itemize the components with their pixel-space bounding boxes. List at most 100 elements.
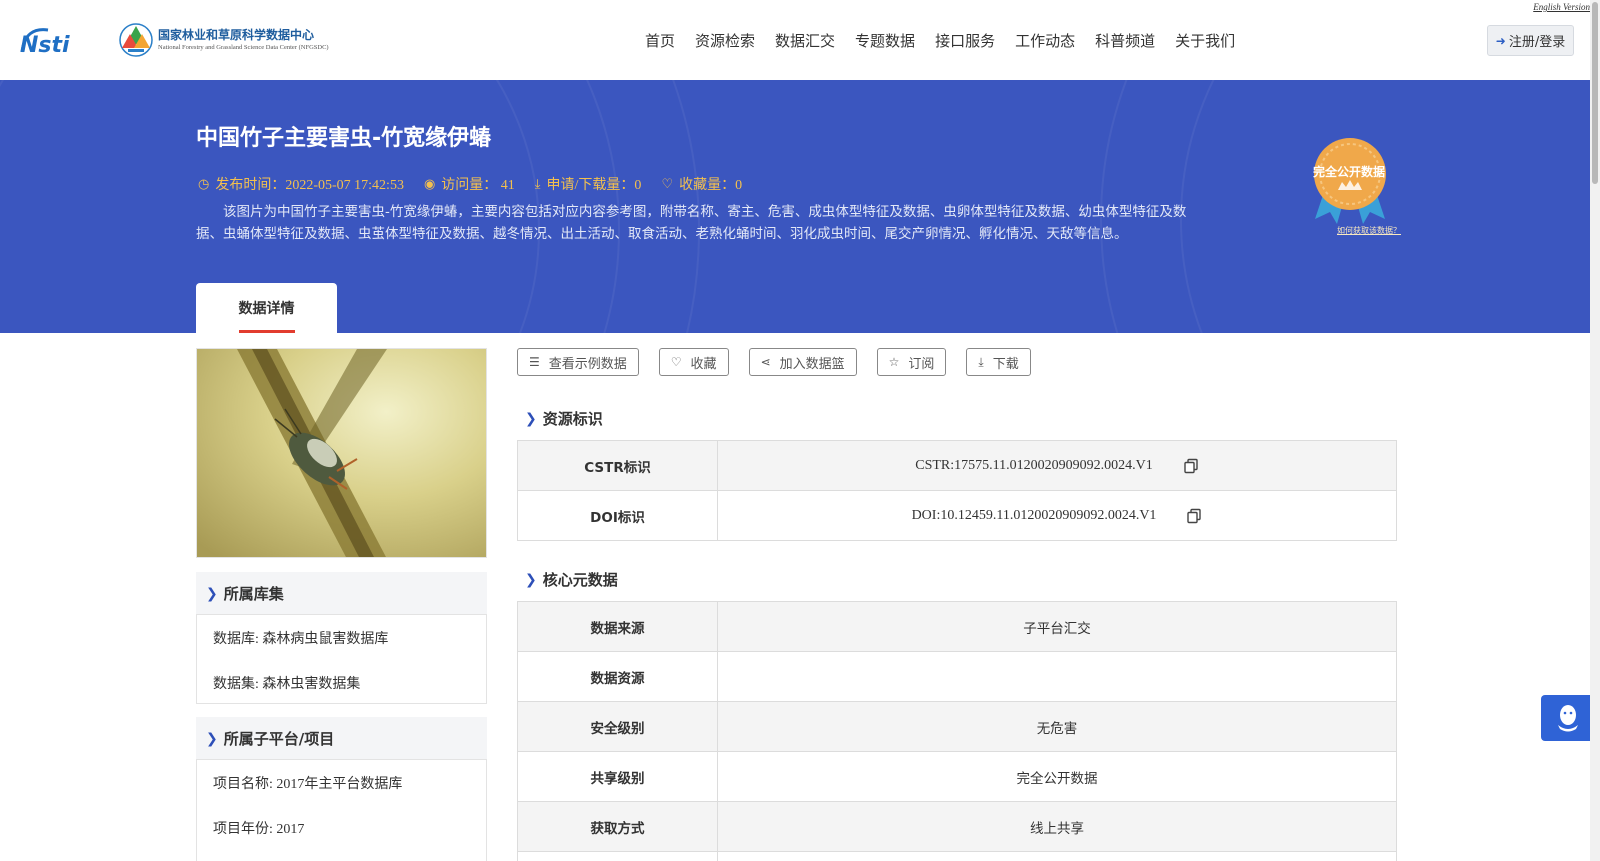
- security-level-label: 安全级别: [518, 702, 718, 751]
- dataset-description: 该图片为中国竹子主要害虫-竹宽缘伊蝽，主要内容包括对应内容参考图，附带名称、寄主…: [196, 204, 1187, 242]
- site-header: Nsti 国家林业和草原科学数据中心 National Forestry and…: [0, 0, 1600, 80]
- cstr-value-cell: CSTR:17575.11.0120020909092.0024.V1: [718, 441, 1396, 490]
- publish-time-text: 发布时间：2022-05-07 17:42:53: [215, 178, 404, 193]
- insect-image: [197, 349, 486, 557]
- logo-english-name: National Forestry and Grassland Science …: [158, 44, 329, 51]
- resource-id-table: CSTR标识 CSTR:17575.11.0120020909092.0024.…: [517, 440, 1397, 541]
- project-year: 项目年份: 2017: [213, 822, 305, 837]
- view-count-text: 访问量： 41: [441, 178, 515, 193]
- data-source-value: 子平台汇交: [1023, 620, 1091, 637]
- heart-icon: ♡: [661, 176, 674, 192]
- table-row: [518, 852, 1396, 861]
- download-label: 下载: [992, 356, 1019, 372]
- nav-thematic-data[interactable]: 专题数据: [855, 30, 915, 51]
- dataset-thumbnail[interactable]: [196, 348, 487, 558]
- nfgsdc-emblem-icon: [119, 23, 153, 57]
- dataset-link[interactable]: 数据集: 森林虫害数据集: [213, 673, 360, 693]
- star-icon: ☆: [888, 355, 900, 369]
- sign-in-icon: ➜: [1495, 33, 1506, 48]
- page-scrollbar[interactable]: [1590, 0, 1600, 861]
- dataset-meta: ◷ 发布时间：2022-05-07 17:42:53 ◉ 访问量： 41 ⤓ 申…: [198, 174, 762, 194]
- table-row: CSTR标识 CSTR:17575.11.0120020909092.0024.…: [518, 441, 1396, 491]
- core-meta-table: 数据来源 子平台汇交 数据资源 安全级别 无危害 共享级别 完全公开数据 获取方…: [517, 601, 1397, 861]
- resource-id-title-text: 资源标识: [542, 410, 603, 428]
- download-icon: ⤓: [534, 176, 541, 192]
- table-row: 数据资源: [518, 652, 1396, 702]
- table-row: 安全级别 无危害: [518, 702, 1396, 752]
- view-count: ◉ 访问量： 41: [424, 174, 515, 194]
- add-to-basket-button[interactable]: ⋖ 加入数据篮: [748, 348, 857, 376]
- table-row: 数据来源 子平台汇交: [518, 602, 1396, 652]
- view-example-label: 查看示例数据: [548, 356, 627, 372]
- collection-section-header: ❯ 所属库集: [196, 572, 487, 615]
- nav-data-submission[interactable]: 数据汇交: [775, 30, 835, 51]
- share-icon: ⋖: [760, 355, 771, 369]
- tab-data-detail[interactable]: 数据详情: [196, 283, 337, 333]
- download-icon: ⤓: [978, 354, 984, 369]
- qq-icon: [1558, 705, 1578, 732]
- download-count-text: 申请/下载量：0: [546, 178, 642, 193]
- subscribe-label: 订阅: [908, 356, 935, 372]
- english-version-link[interactable]: English Version: [1533, 2, 1590, 12]
- share-level-value: 完全公开数据: [1016, 770, 1098, 787]
- copy-icon[interactable]: [1183, 458, 1199, 474]
- nav-science-channel[interactable]: 科普频道: [1095, 30, 1155, 51]
- chevron-right-icon: ❯: [206, 585, 218, 602]
- cstr-label: CSTR标识: [518, 441, 718, 490]
- chevron-right-icon: ❯: [525, 571, 537, 588]
- main-nav: 首页 资源检索 数据汇交 专题数据 接口服务 工作动态 科普频道 关于我们: [645, 30, 1255, 51]
- qq-contact-button[interactable]: [1541, 695, 1595, 741]
- nav-home[interactable]: 首页: [645, 30, 675, 51]
- scrollbar-thumb[interactable]: [1592, 2, 1598, 184]
- database-icon: ☰: [529, 355, 540, 369]
- table-row: 获取方式 线上共享: [518, 802, 1396, 852]
- data-source-label: 数据来源: [518, 602, 718, 651]
- copy-icon[interactable]: [1186, 508, 1202, 524]
- publish-time: ◷ 发布时间：2022-05-07 17:42:53: [198, 174, 404, 194]
- nav-work-news[interactable]: 工作动态: [1015, 30, 1075, 51]
- platform-section-title: 所属子平台/项目: [223, 730, 335, 748]
- data-resource-value: [718, 652, 1396, 701]
- view-example-button[interactable]: ☰ 查看示例数据: [517, 348, 639, 376]
- tab-data-detail-label: 数据详情: [238, 301, 295, 317]
- subscribe-button[interactable]: ☆ 订阅: [876, 348, 947, 376]
- doi-value: DOI:10.12459.11.0120020909092.0024.V1: [911, 507, 1157, 523]
- logo-chinese-name: 国家林业和草原科学数据中心: [158, 28, 315, 42]
- svg-text:Nsti: Nsti: [20, 33, 70, 58]
- collection-section-body: 数据库: 森林病虫鼠害数据库 数据集: 森林虫害数据集: [196, 614, 487, 704]
- login-register-button[interactable]: ➜ 注册/登录: [1487, 25, 1574, 56]
- doi-value-cell: DOI:10.12459.11.0120020909092.0024.V1: [718, 491, 1396, 540]
- nav-about-us[interactable]: 关于我们: [1175, 30, 1235, 51]
- add-to-basket-label: 加入数据篮: [779, 356, 845, 372]
- core-meta-title-text: 核心元数据: [542, 571, 618, 589]
- clock-icon: ◷: [198, 176, 210, 192]
- platform-section-header: ❯ 所属子平台/项目: [196, 717, 487, 760]
- tab-active-underline: [239, 330, 295, 333]
- chevron-right-icon: ❯: [206, 730, 218, 747]
- core-meta-section-title: ❯ 核心元数据: [525, 569, 618, 590]
- database-link[interactable]: 数据库: 森林病虫鼠害数据库: [213, 628, 388, 648]
- action-toolbar: ☰ 查看示例数据 ♡ 收藏 ⋖ 加入数据篮 ☆ 订阅 ⤓ 下载: [517, 348, 1051, 376]
- table-row-partial-value: [718, 852, 1396, 861]
- table-row: DOI标识 DOI:10.12459.11.0120020909092.0024…: [518, 491, 1396, 541]
- open-data-badge-label: 完全公开数据: [1312, 165, 1385, 179]
- table-row: 共享级别 完全公开数据: [518, 752, 1396, 802]
- access-method-label: 获取方式: [518, 802, 718, 851]
- login-register-label: 注册/登录: [1508, 35, 1566, 50]
- access-method-value: 线上共享: [1030, 820, 1084, 837]
- nav-api-service[interactable]: 接口服务: [935, 30, 995, 51]
- heart-icon: ♡: [670, 355, 682, 369]
- security-level-value: 无危害: [1036, 720, 1078, 737]
- collection-section-title: 所属库集: [223, 585, 284, 603]
- platform-section-body: 项目名称: 2017年主平台数据库 项目年份: 2017: [196, 759, 487, 861]
- favorite-count-text: 收藏量：0: [679, 178, 743, 193]
- favorite-count: ♡ 收藏量：0: [661, 174, 742, 194]
- doi-label: DOI标识: [518, 491, 718, 540]
- favorite-label: 收藏: [690, 356, 717, 372]
- nsti-logo[interactable]: Nsti: [18, 22, 98, 58]
- nav-resource-search[interactable]: 资源检索: [695, 30, 755, 51]
- how-to-get-data-link[interactable]: 如何获取该数据？: [1337, 225, 1401, 236]
- data-resource-label: 数据资源: [518, 652, 718, 701]
- download-button[interactable]: ⤓ 下载: [966, 348, 1031, 376]
- favorite-button[interactable]: ♡ 收藏: [658, 348, 729, 376]
